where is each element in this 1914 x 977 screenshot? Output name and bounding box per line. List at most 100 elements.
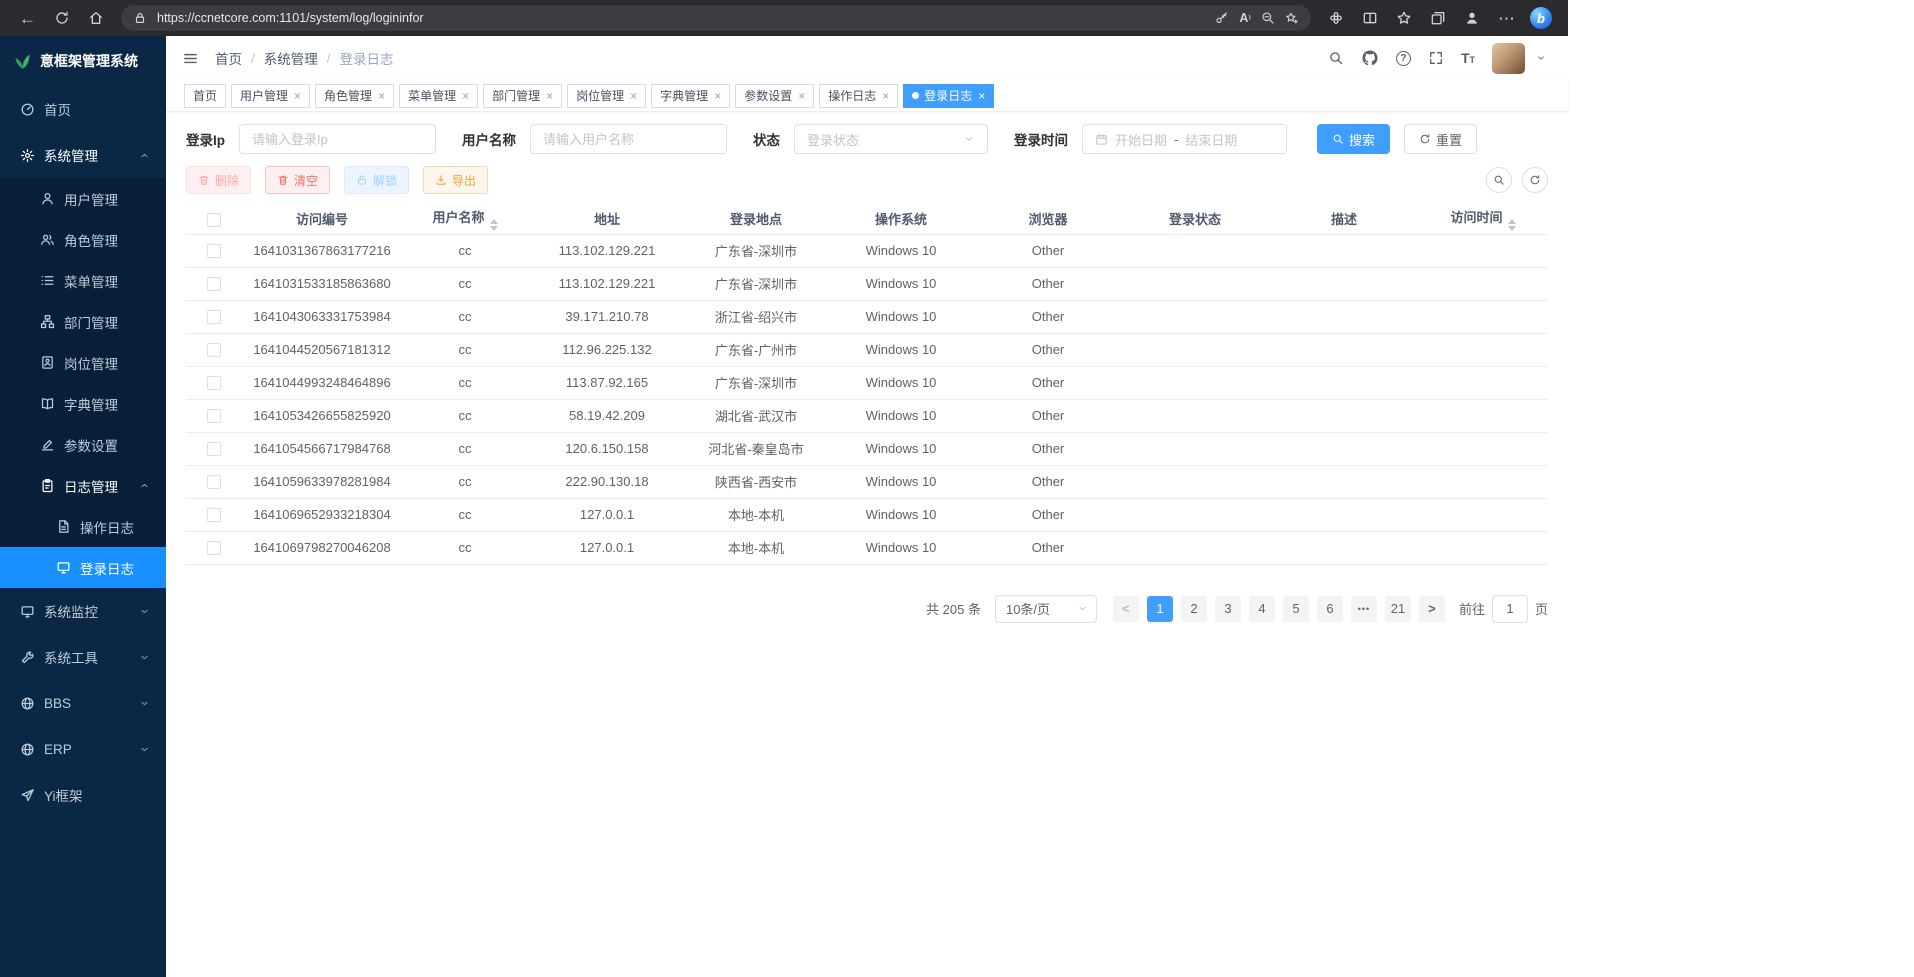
reset-button[interactable]: 重置 [1404, 124, 1477, 154]
sidebar-item-dept-mgmt[interactable]: 部门管理 [0, 301, 166, 342]
date-range-picker[interactable]: 开始日期 - 结束日期 [1082, 124, 1287, 154]
sidebar-item-dict-mgmt[interactable]: 字典管理 [0, 383, 166, 424]
sidebar-item-home[interactable]: 首页 [0, 86, 166, 132]
page-1-button[interactable]: 1 [1147, 596, 1173, 622]
read-aloud-icon[interactable]: A⁾ [1239, 11, 1251, 25]
export-button[interactable]: 导出 [423, 166, 488, 194]
breadcrumb-item[interactable]: 系统管理 [264, 48, 318, 68]
unlock-button[interactable]: 解锁 [344, 166, 409, 194]
page-3-button[interactable]: 3 [1215, 596, 1241, 622]
table-row[interactable]: 1641059633978281984cc222.90.130.18陕西省-西安… [186, 465, 1548, 498]
sidebar-item-role-mgmt[interactable]: 角色管理 [0, 219, 166, 260]
sidebar-item-post-mgmt[interactable]: 岗位管理 [0, 342, 166, 383]
sidebar-item-erp[interactable]: ERP [0, 726, 166, 772]
back-icon[interactable]: ← [19, 10, 36, 27]
tab-param-settings[interactable]: 参数设置× [735, 84, 814, 108]
sidebar-item-param-settings[interactable]: 参数设置 [0, 424, 166, 465]
row-checkbox[interactable] [207, 409, 221, 423]
tab-post-mgmt[interactable]: 岗位管理× [567, 84, 646, 108]
favorites-icon[interactable] [1396, 10, 1412, 26]
column-header-time[interactable]: 访问时间 [1418, 204, 1548, 234]
column-header-status[interactable]: 登录状态 [1120, 204, 1270, 234]
split-screen-icon[interactable] [1362, 10, 1378, 26]
username-input[interactable] [530, 124, 727, 154]
delete-button[interactable]: 删除 [186, 166, 251, 194]
tab-dict-mgmt[interactable]: 字典管理× [651, 84, 730, 108]
font-size-icon[interactable]: TT [1461, 50, 1475, 66]
page-2-button[interactable]: 2 [1181, 596, 1207, 622]
column-header-os[interactable]: 操作系统 [826, 204, 976, 234]
clear-button[interactable]: 清空 [265, 166, 330, 194]
table-row[interactable]: 1641069798270046208cc127.0.0.1本地-本机Windo… [186, 531, 1548, 564]
refresh-table-button[interactable] [1522, 167, 1548, 193]
password-key-icon[interactable] [1215, 11, 1229, 25]
goto-page-input[interactable] [1492, 595, 1528, 623]
collections-icon[interactable] [1430, 10, 1446, 26]
page-4-button[interactable]: 4 [1249, 596, 1275, 622]
row-checkbox[interactable] [207, 541, 221, 555]
close-tab-icon[interactable]: × [978, 89, 985, 103]
close-tab-icon[interactable]: × [462, 89, 469, 103]
page-6-button[interactable]: 6 [1317, 596, 1343, 622]
close-tab-icon[interactable]: × [378, 89, 385, 103]
sidebar-item-log-mgmt[interactable]: 日志管理 [0, 465, 166, 506]
column-header-id[interactable]: 访问编号 [242, 204, 402, 234]
sidebar-item-system-mgmt[interactable]: 系统管理 [0, 132, 166, 178]
close-tab-icon[interactable]: × [294, 89, 301, 103]
table-row[interactable]: 1641031533185863680cc113.102.129.221广东省-… [186, 267, 1548, 300]
copilot-icon[interactable]: b [1530, 7, 1552, 29]
select-all-checkbox[interactable] [207, 213, 221, 227]
close-tab-icon[interactable]: × [798, 89, 805, 103]
refresh-icon[interactable] [54, 10, 70, 26]
table-row[interactable]: 1641044993248464896cc113.87.92.165广东省-深圳… [186, 366, 1548, 399]
row-checkbox[interactable] [207, 475, 221, 489]
sidebar-item-user-mgmt[interactable]: 用户管理 [0, 178, 166, 219]
tab-login-log[interactable]: 登录日志× [903, 84, 994, 108]
table-row[interactable]: 1641054566717984768cc120.6.150.158河北省-秦皇… [186, 432, 1548, 465]
row-checkbox[interactable] [207, 376, 221, 390]
column-header-location[interactable]: 登录地点 [686, 204, 826, 234]
chevron-down-icon[interactable] [1536, 53, 1546, 63]
sidebar-item-bbs[interactable]: BBS [0, 680, 166, 726]
sidebar-toggle-icon[interactable] [182, 50, 199, 67]
prev-page-button[interactable]: < [1113, 596, 1139, 622]
sort-icon[interactable] [490, 219, 498, 231]
pages-ellipsis[interactable]: ••• [1351, 596, 1377, 622]
tab-op-log[interactable]: 操作日志× [819, 84, 898, 108]
zoom-indicator-icon[interactable] [1261, 11, 1275, 25]
page-5-button[interactable]: 5 [1283, 596, 1309, 622]
row-checkbox[interactable] [207, 442, 221, 456]
close-tab-icon[interactable]: × [714, 89, 721, 103]
tab-user-mgmt[interactable]: 用户管理× [231, 84, 310, 108]
browser-home-icon[interactable] [88, 10, 104, 26]
table-row[interactable]: 1641053426655825920cc58.19.42.209湖北省-武汉市… [186, 399, 1548, 432]
tab-home[interactable]: 首页 [184, 84, 226, 108]
tab-menu-mgmt[interactable]: 菜单管理× [399, 84, 478, 108]
sidebar-item-menu-mgmt[interactable]: 菜单管理 [0, 260, 166, 301]
row-checkbox[interactable] [207, 310, 221, 324]
tab-dept-mgmt[interactable]: 部门管理× [483, 84, 562, 108]
add-favorite-icon[interactable] [1285, 11, 1299, 25]
page-size-select[interactable]: 10条/页 [995, 595, 1097, 623]
close-tab-icon[interactable]: × [882, 89, 889, 103]
search-icon[interactable] [1328, 50, 1344, 66]
help-icon[interactable]: ? [1396, 51, 1411, 66]
close-tab-icon[interactable]: × [630, 89, 637, 103]
browser-profile-icon[interactable] [1464, 10, 1480, 26]
table-row[interactable]: 1641031367863177216cc113.102.129.221广东省-… [186, 234, 1548, 267]
status-select[interactable]: 登录状态 [794, 124, 988, 154]
table-row[interactable]: 1641069652933218304cc127.0.0.1本地-本机Windo… [186, 498, 1548, 531]
page-21-button[interactable]: 21 [1385, 596, 1411, 622]
column-header-ip[interactable]: 地址 [528, 204, 686, 234]
next-page-button[interactable]: > [1419, 596, 1445, 622]
sidebar-item-yi-framework[interactable]: Yi框架 [0, 772, 166, 818]
tab-role-mgmt[interactable]: 角色管理× [315, 84, 394, 108]
user-avatar[interactable] [1492, 43, 1525, 74]
address-bar[interactable]: https://ccnetcore.com:1101/system/log/lo… [121, 5, 1311, 31]
sidebar-item-system-monitor[interactable]: 系统监控 [0, 588, 166, 634]
table-row[interactable]: 1641043063331753984cc39.171.210.78浙江省-绍兴… [186, 300, 1548, 333]
ip-input[interactable] [239, 124, 436, 154]
row-checkbox[interactable] [207, 277, 221, 291]
close-tab-icon[interactable]: × [546, 89, 553, 103]
browser-menu-icon[interactable]: ⋯ [1498, 10, 1515, 27]
